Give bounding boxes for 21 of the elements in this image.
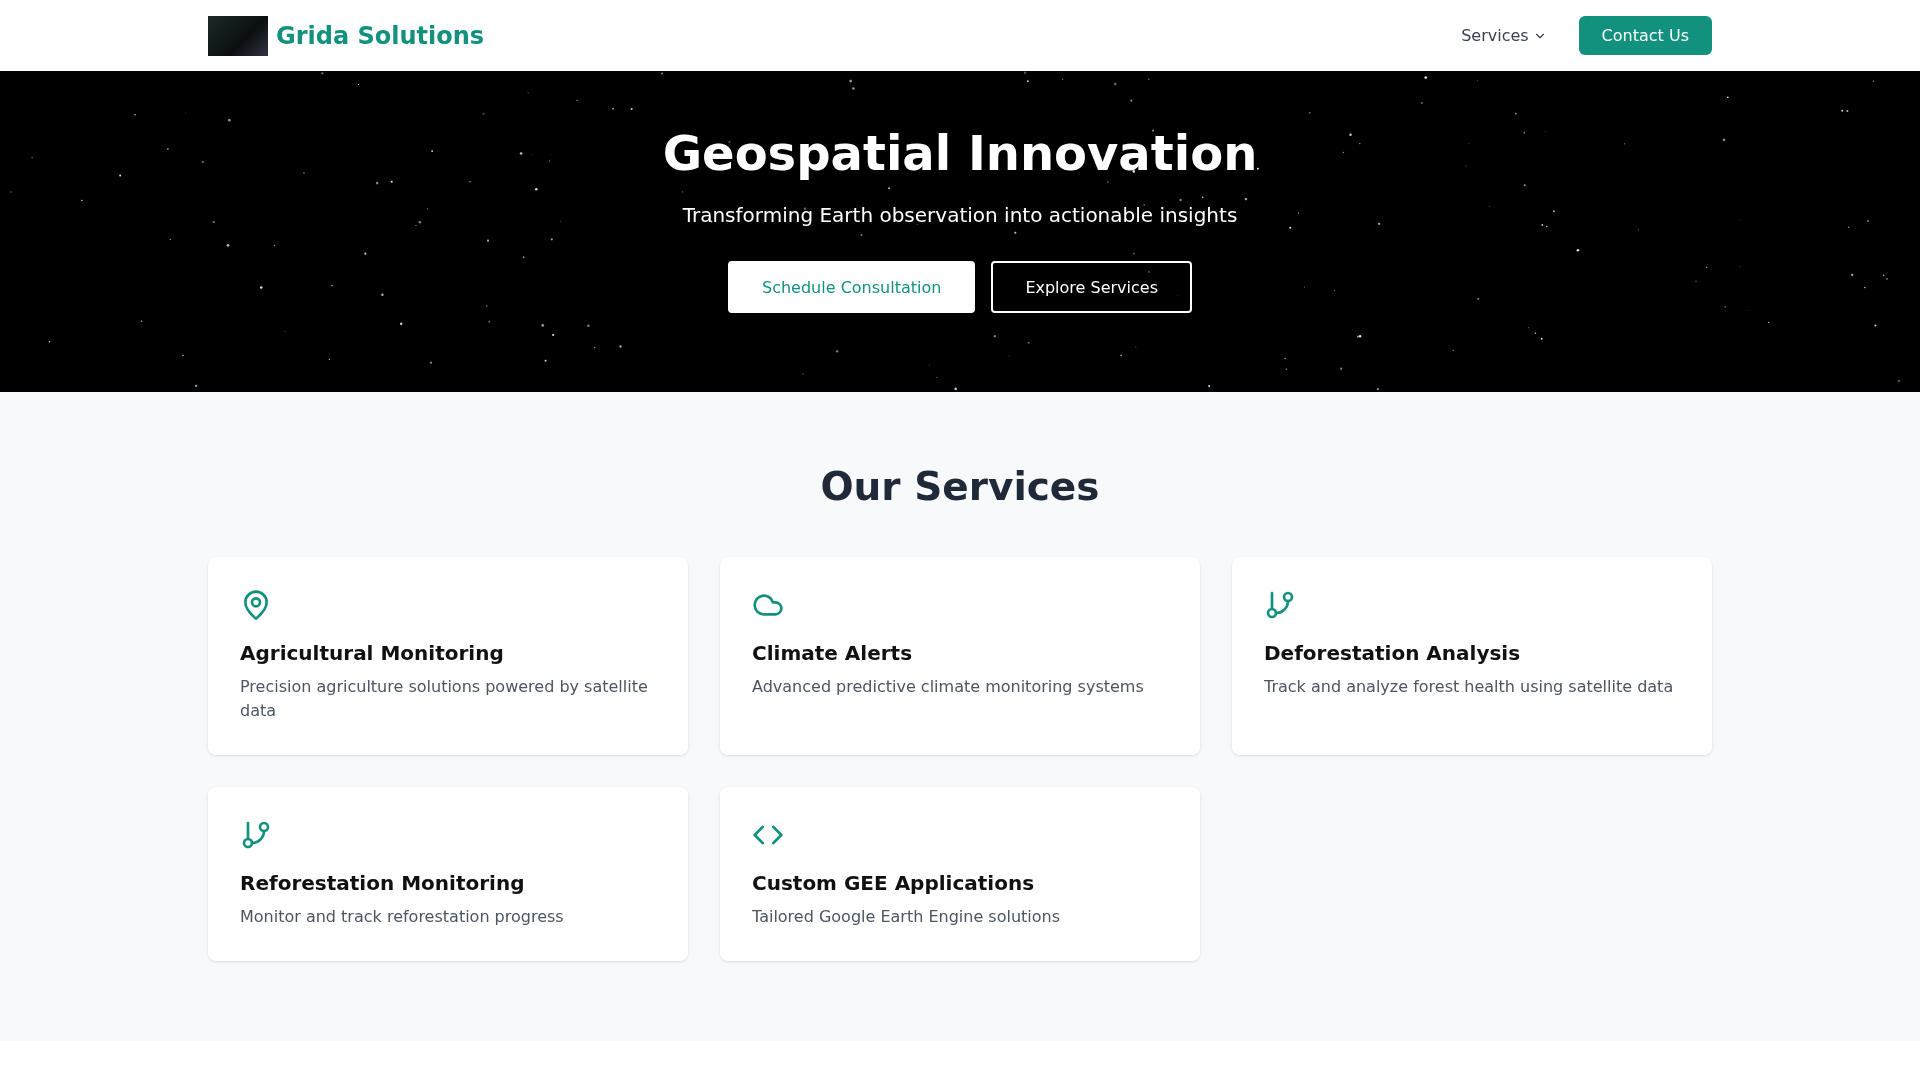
hero-subtitle: Transforming Earth observation into actionable insights [682,203,1238,227]
card-title: Deforestation Analysis [1264,641,1522,665]
branch-icon [1264,589,1296,621]
card-title: Reforestation Monitoring [240,871,526,895]
logo-image [208,15,268,56]
card-description: Track and analyze forest health using satellite data [1264,676,1675,698]
hero-title: Geospatial Innovation [662,125,1258,181]
card-title: Climate Alerts [752,641,914,665]
card-description: Monitor and track reforestation progress [240,906,565,928]
branch-icon [240,819,272,851]
card-description: Advanced predictive climate monitoring systems [752,676,1145,698]
contact-button[interactable]: Contact Us [1578,16,1712,55]
schedule-button[interactable]: Schedule Consultation [728,261,976,313]
card-description: Tailored Google Earth Engine solutions [752,906,1062,928]
explore-button[interactable]: Explore Services [991,261,1192,313]
section-title: Our Services [819,464,1101,509]
card-description: Precision agriculture solutions powered by satellite data [240,676,649,722]
brand-name[interactable]: Grida Solutions [276,21,485,50]
card-title: Custom GEE Applications [752,871,1036,895]
card-title: Agricultural Monitoring [240,641,505,665]
services-menu-link[interactable]: Services [1461,26,1547,45]
